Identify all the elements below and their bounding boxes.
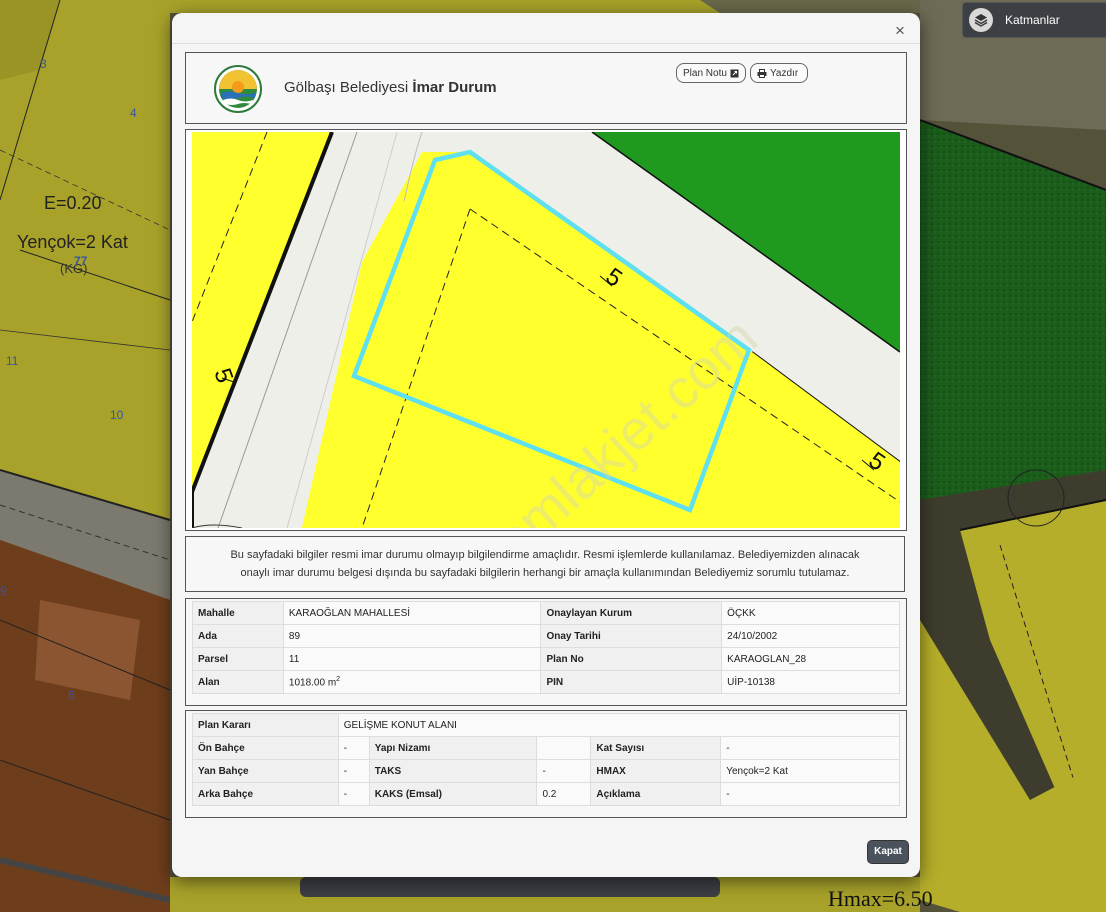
value-cell: - bbox=[337, 759, 370, 783]
value-cell bbox=[536, 736, 592, 760]
value-cell: 1018.00 m2 bbox=[282, 670, 542, 694]
title-bold: İmar Durum bbox=[412, 79, 497, 96]
value-cell: KARAOGLAN_28 bbox=[721, 647, 900, 671]
table-row: Yan Bahçe - TAKS - HMAX Yençok=2 Kat bbox=[192, 759, 900, 783]
value-cell: 89 bbox=[282, 624, 542, 648]
print-button[interactable]: Yazdır bbox=[750, 63, 808, 83]
label-cell: Onay Tarihi bbox=[540, 624, 723, 648]
value-cell: KARAOĞLAN MAHALLESİ bbox=[282, 601, 542, 625]
external-link-icon bbox=[730, 69, 739, 77]
label-cell: PIN bbox=[540, 670, 723, 694]
label-cell: Plan No bbox=[540, 647, 723, 671]
table-row: Arka Bahçe - KAKS (Emsal) 0.2 Açıklama - bbox=[192, 782, 900, 806]
area-value: 1018.00 m bbox=[288, 677, 337, 689]
title-prefix: Gölbaşı Belediyesi bbox=[284, 79, 409, 96]
table-row: Plan Kararı GELİŞME KONUT ALANI bbox=[192, 713, 901, 737]
disclaimer-line: Bu sayfadaki bilgiler resmi imar durumu … bbox=[230, 549, 860, 561]
value-cell: 0.2 bbox=[536, 782, 592, 806]
print-icon bbox=[757, 68, 767, 78]
map-label-hmax: Hmax=6.50 bbox=[828, 886, 933, 911]
parcel-number: 10 bbox=[110, 408, 124, 422]
label-cell: Açıklama bbox=[590, 782, 722, 806]
modal-header: Gölbaşı Belediyesi İmar Durum Plan Notu … bbox=[185, 52, 907, 124]
plan-notu-label: Plan Notu bbox=[683, 67, 727, 79]
value-cell: - bbox=[720, 736, 900, 760]
label-cell: Yan Bahçe bbox=[192, 759, 339, 783]
disclaimer: Bu sayfadaki bilgiler resmi imar durumu … bbox=[185, 536, 905, 592]
label-cell: Kat Sayısı bbox=[590, 736, 722, 760]
value-cell: Yençok=2 Kat bbox=[720, 759, 900, 783]
label-cell: HMAX bbox=[590, 759, 722, 783]
zoning-status-modal: × Gölbaşı Belediyesi İmar Durum Plan Not… bbox=[172, 13, 920, 877]
map-label-yencok: Yençok=2 Kat bbox=[17, 232, 128, 252]
label-cell: Arka Bahçe bbox=[192, 782, 339, 806]
plan-info-panel: Plan Kararı GELİŞME KONUT ALANI Ön Bahçe… bbox=[185, 710, 907, 818]
label-cell: Alan bbox=[192, 670, 284, 694]
table-row: Alan 1018.00 m2 PIN UİP-10138 bbox=[192, 670, 900, 694]
value-cell: - bbox=[720, 782, 900, 806]
parcel-number: 4 bbox=[130, 106, 137, 120]
table-row: Ada 89 Onay Tarihi 24/10/2002 bbox=[192, 624, 900, 648]
close-icon[interactable]: × bbox=[890, 21, 910, 41]
parcel-number: 3 bbox=[40, 57, 47, 71]
value-cell: 24/10/2002 bbox=[721, 624, 900, 648]
parcel-number: 77 bbox=[74, 254, 88, 268]
table-row: Parsel 11 Plan No KARAOGLAN_28 bbox=[192, 647, 900, 671]
table-row: Mahalle KARAOĞLAN MAHALLESİ Onaylayan Ku… bbox=[192, 601, 900, 625]
parcel-number: 6 bbox=[68, 688, 75, 702]
label-cell: Ada bbox=[192, 624, 284, 648]
modal-title: Gölbaşı Belediyesi İmar Durum bbox=[284, 79, 497, 96]
parcel-number: 9 bbox=[0, 584, 7, 598]
parcel-info-table: Mahalle KARAOĞLAN MAHALLESİ Onaylayan Ku… bbox=[192, 601, 900, 694]
value-cell: - bbox=[536, 759, 592, 783]
label-cell: Yapı Nizamı bbox=[368, 736, 538, 760]
label-cell: Mahalle bbox=[192, 601, 284, 625]
divider bbox=[172, 43, 920, 44]
disclaimer-line: onaylı imar durumu belgesi dışında bu sa… bbox=[240, 567, 850, 579]
municipality-logo bbox=[214, 65, 262, 113]
label-cell: Plan Kararı bbox=[192, 713, 339, 737]
value-cell: - bbox=[337, 736, 370, 760]
value-cell: ÖÇKK bbox=[721, 601, 900, 625]
layers-button[interactable]: Katmanlar bbox=[962, 2, 1106, 38]
print-label: Yazdır bbox=[770, 67, 799, 79]
value-cell: - bbox=[337, 782, 370, 806]
plan-info-table: Plan Kararı GELİŞME KONUT ALANI Ön Bahçe… bbox=[192, 713, 901, 806]
layers-icon bbox=[969, 8, 993, 32]
value-cell: GELİŞME KONUT ALANI bbox=[337, 713, 901, 737]
label-cell: Ön Bahçe bbox=[192, 736, 339, 760]
close-button[interactable]: Kapat bbox=[867, 840, 909, 864]
table-row: Ön Bahçe - Yapı Nizamı Kat Sayısı - bbox=[192, 736, 900, 760]
map-label-emsal: E=0.20 bbox=[44, 193, 102, 213]
plan-notu-button[interactable]: Plan Notu bbox=[676, 63, 746, 83]
value-cell: UİP-10138 bbox=[721, 670, 900, 694]
area-unit-exponent: 2 bbox=[336, 675, 341, 683]
label-cell: Onaylayan Kurum bbox=[540, 601, 723, 625]
value-cell: 11 bbox=[282, 647, 542, 671]
parcel-number: 11 bbox=[6, 354, 19, 368]
layers-button-label: Katmanlar bbox=[1005, 13, 1060, 27]
parcel-info-panel: Mahalle KARAOĞLAN MAHALLESİ Onaylayan Ku… bbox=[185, 598, 907, 706]
label-cell: Parsel bbox=[192, 647, 284, 671]
label-cell: TAKS bbox=[368, 759, 538, 783]
label-cell: KAKS (Emsal) bbox=[368, 782, 538, 806]
zoning-map[interactable]: emlakjet.com 5 5 5 bbox=[192, 132, 900, 528]
zoning-map-panel: emlakjet.com 5 5 5 bbox=[185, 129, 907, 531]
